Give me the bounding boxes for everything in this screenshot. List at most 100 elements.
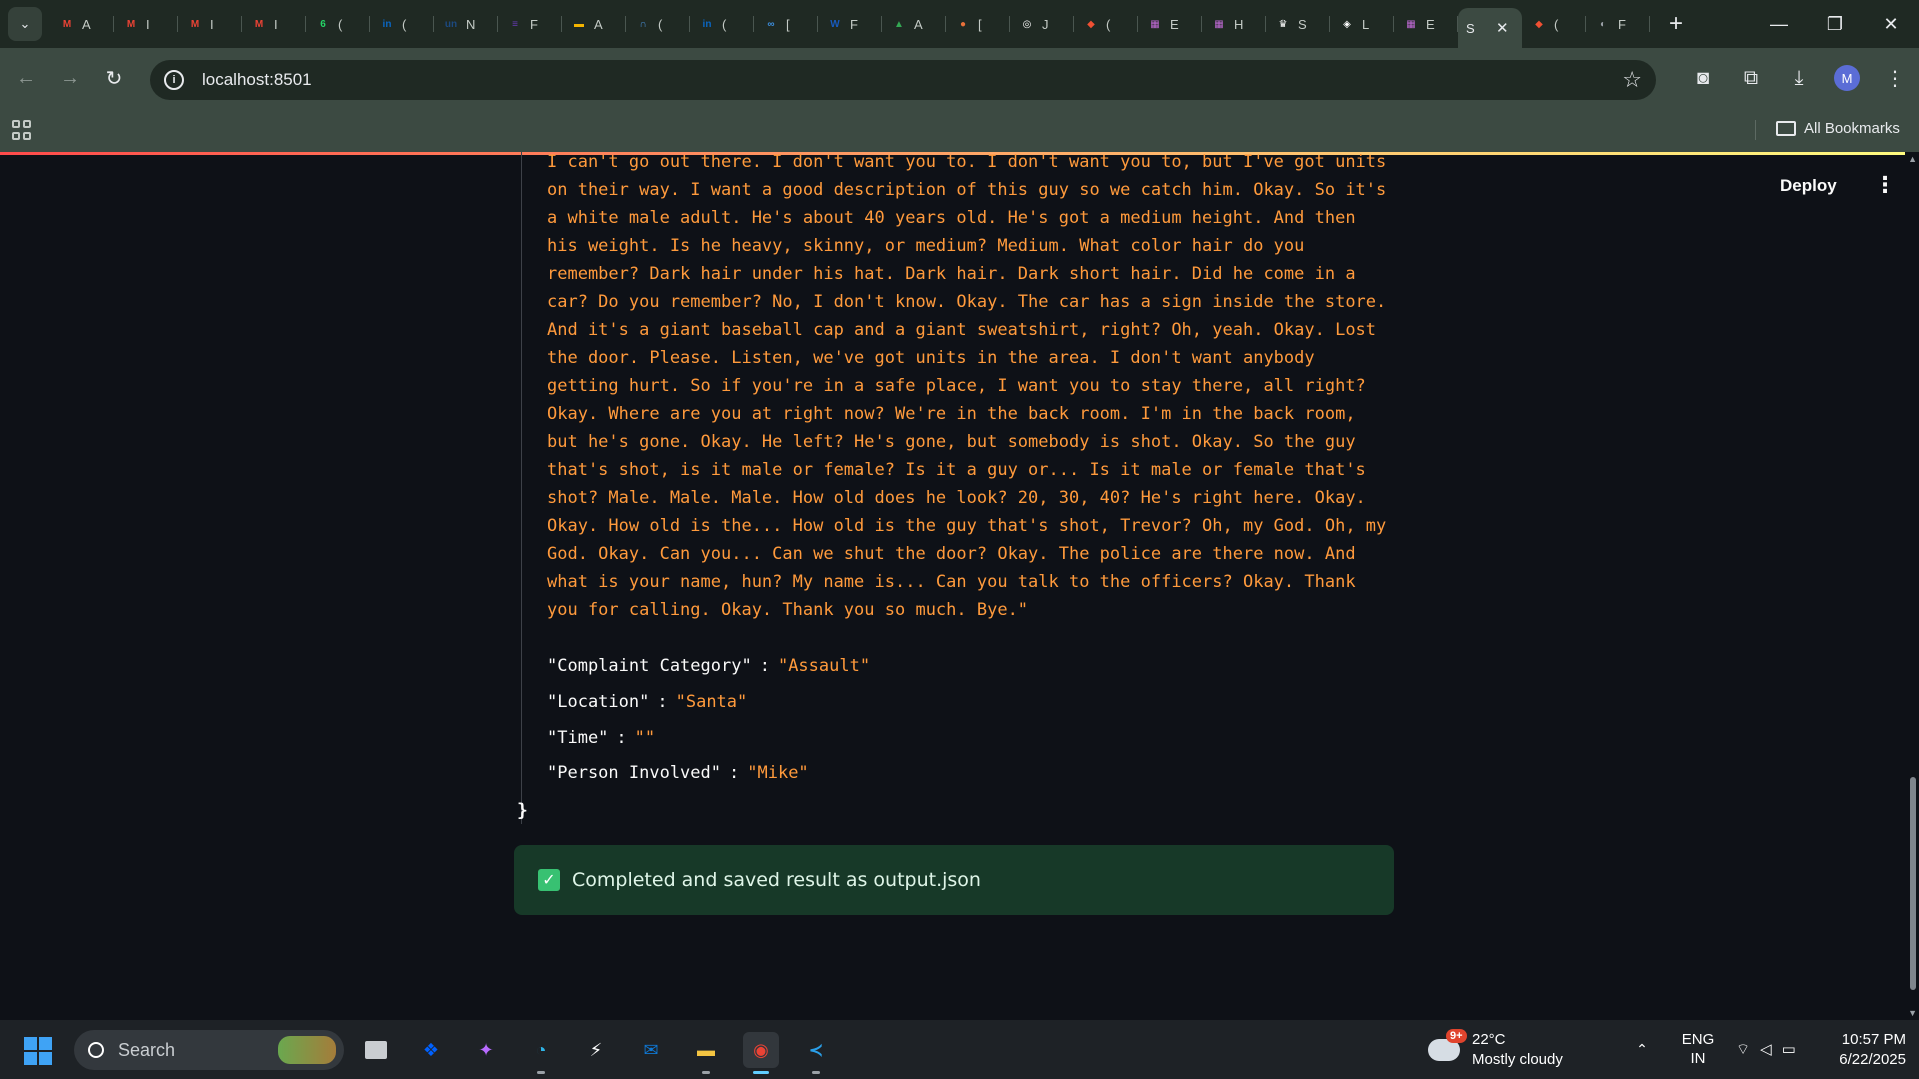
browser-tab[interactable]: in ( <box>370 6 434 42</box>
weather-widget[interactable]: 9+ 22°C Mostly cloudy <box>1428 1029 1563 1070</box>
forms-icon: ≡ <box>512 18 518 30</box>
browser-tab[interactable]: ▦ H <box>1202 6 1266 42</box>
browser-tab[interactable]: ∞[ <box>754 6 818 42</box>
browser-tab[interactable]: MI <box>242 6 306 42</box>
tab-title: ( <box>402 16 407 32</box>
tab-title: ( <box>1106 16 1111 32</box>
all-bookmarks-label: All Bookmarks <box>1804 120 1900 137</box>
chrome-icon[interactable]: ◉ <box>743 1032 779 1074</box>
transcript-value: I can't go out there. I don't want you t… <box>547 152 1397 620</box>
camera-icon[interactable]: ◙ <box>1679 67 1727 90</box>
tab-title: N <box>466 16 476 32</box>
profile-avatar[interactable]: M <box>1834 65 1860 91</box>
json-closing-brace: } <box>517 800 528 821</box>
apps-grid-icon[interactable] <box>12 120 34 140</box>
back-button[interactable]: ← <box>8 60 44 96</box>
json-key: "Person Involved" <box>547 763 721 783</box>
browser-tab[interactable]: 6( <box>306 6 370 42</box>
tab-title: A <box>82 16 91 32</box>
browser-tab[interactable]: un N <box>434 6 498 42</box>
browser-tab[interactable]: MI <box>114 6 178 42</box>
vscode-icon[interactable]: ≺ <box>798 1032 834 1074</box>
browser-tab[interactable]: ◆( <box>1074 6 1138 42</box>
windows-start-icon[interactable] <box>24 1037 52 1065</box>
terminal-icon[interactable]: ⚡ <box>578 1032 614 1068</box>
browser-tab[interactable]: ◎ J <box>1010 6 1074 42</box>
lens-icon: ◈ <box>1343 18 1351 30</box>
browser-tab[interactable]: ♛ S <box>1266 6 1330 42</box>
reload-icon: ↻ <box>105 67 123 90</box>
bookmark-star-icon[interactable]: ☆ <box>1622 67 1642 93</box>
taskbar-search[interactable]: Search <box>74 1030 344 1070</box>
all-bookmarks-button[interactable]: All Bookmarks <box>1776 120 1900 137</box>
scrollbar-thumb[interactable] <box>1910 777 1916 990</box>
tab-list: M A M I M I M I 6(in(un N ≡ F ▬ A ∩(in(∞[W F ▲ A ●[◎ J ◆(▦ E ▦… <box>50 0 1688 48</box>
active-browser-tab[interactable]: S ✕ <box>1458 8 1522 48</box>
json-field-person-involved: "Person Involved": "Mike" <box>547 763 809 783</box>
reload-button[interactable]: ↻ <box>96 60 132 96</box>
browser-tab[interactable]: MA <box>50 6 114 42</box>
browser-tab[interactable]: ◆( <box>1522 6 1586 42</box>
taskbar-clock[interactable]: 10:57 PM 6/22/2025 <box>1820 1030 1906 1070</box>
outlook-icon[interactable]: ✉ <box>633 1032 669 1068</box>
gmail-icon: M <box>62 18 72 30</box>
chevron-up-icon[interactable]: ⌃ <box>1630 1041 1654 1058</box>
weather-temp: 22°C <box>1472 1031 1506 1048</box>
browser-tab[interactable]: ▦ E <box>1138 6 1202 42</box>
ball-icon: ● <box>959 18 967 30</box>
file-explorer-icon[interactable]: ▬ <box>688 1032 724 1074</box>
linkedin-icon: in <box>702 18 712 30</box>
scroll-down-icon[interactable]: ▼ <box>1908 1008 1917 1018</box>
tab-search-button[interactable]: ⌄ <box>8 7 42 41</box>
bookmarks-divider <box>1755 120 1756 140</box>
minimize-button[interactable]: — <box>1751 14 1807 35</box>
tab-title: J <box>1042 16 1049 32</box>
tab-title: I <box>210 16 214 32</box>
maximize-button[interactable]: ❐ <box>1807 14 1863 35</box>
wifi-volume-battery-icons[interactable]: ⌔◁▭ <box>1736 1040 1806 1059</box>
address-bar[interactable]: i localhost:8501 ☆ <box>150 60 1656 100</box>
new-tab-button[interactable]: + <box>1664 10 1688 38</box>
tab-title: A <box>914 16 923 32</box>
browser-menu-icon[interactable]: ⋮ <box>1871 66 1919 91</box>
browser-tab[interactable]: in ( <box>690 6 754 42</box>
git-icon: ◆ <box>1535 18 1543 30</box>
browser-tab[interactable]: MI <box>178 6 242 42</box>
edge-icon[interactable]: ◔ <box>523 1032 559 1074</box>
unstop-icon: un <box>444 18 458 30</box>
browser-tab[interactable]: ●[ <box>946 6 1010 42</box>
scroll-up-icon[interactable]: ▲ <box>1908 154 1917 164</box>
browser-tab[interactable]: ∩( <box>626 6 690 42</box>
deploy-button[interactable]: Deploy <box>1780 176 1837 196</box>
main-menu-icon[interactable]: ⋮ <box>1874 174 1896 196</box>
tab-title: F <box>530 16 538 32</box>
weather-badge: 9+ <box>1446 1029 1467 1043</box>
task-view-icon[interactable] <box>358 1032 394 1068</box>
close-tab-icon[interactable]: ✕ <box>1496 19 1509 37</box>
browser-tab[interactable]: ◈ L <box>1330 6 1394 42</box>
site-info-icon[interactable]: i <box>164 70 184 90</box>
tab-title: ( <box>658 16 663 32</box>
drive-icon: ▲ <box>894 18 904 30</box>
browser-tab[interactable]: ◐ F <box>1586 6 1650 42</box>
browser-tab[interactable]: WF <box>818 6 882 42</box>
dropbox-icon[interactable]: ❖ <box>413 1032 449 1068</box>
json-key: "Location" <box>547 692 650 712</box>
close-window-button[interactable]: ✕ <box>1863 14 1919 35</box>
browser-tab[interactable]: ≡ F <box>498 6 562 42</box>
copilot-icon[interactable]: ✦ <box>468 1032 504 1068</box>
browser-tab[interactable]: ▦ E <box>1394 6 1458 42</box>
language-indicator[interactable]: ENG IN <box>1678 1030 1718 1068</box>
tab-title: S <box>1466 20 1475 36</box>
tab-title: [ <box>786 16 790 32</box>
download-icon[interactable]: ⤓ <box>1775 67 1823 90</box>
page-scrollbar[interactable]: ▲ ▼ <box>1905 152 1919 1020</box>
forward-button[interactable]: → <box>52 60 88 96</box>
crown-icon: ♛ <box>1278 18 1288 30</box>
browser-tab[interactable]: ▬ A <box>562 6 626 42</box>
json-indent-guide <box>521 152 522 824</box>
json-field-time: "Time": "" <box>547 728 656 748</box>
extensions-icon[interactable]: ⧉ <box>1727 67 1775 90</box>
browser-tab[interactable]: ▲ A <box>882 6 946 42</box>
url-text[interactable]: localhost:8501 <box>202 70 312 90</box>
